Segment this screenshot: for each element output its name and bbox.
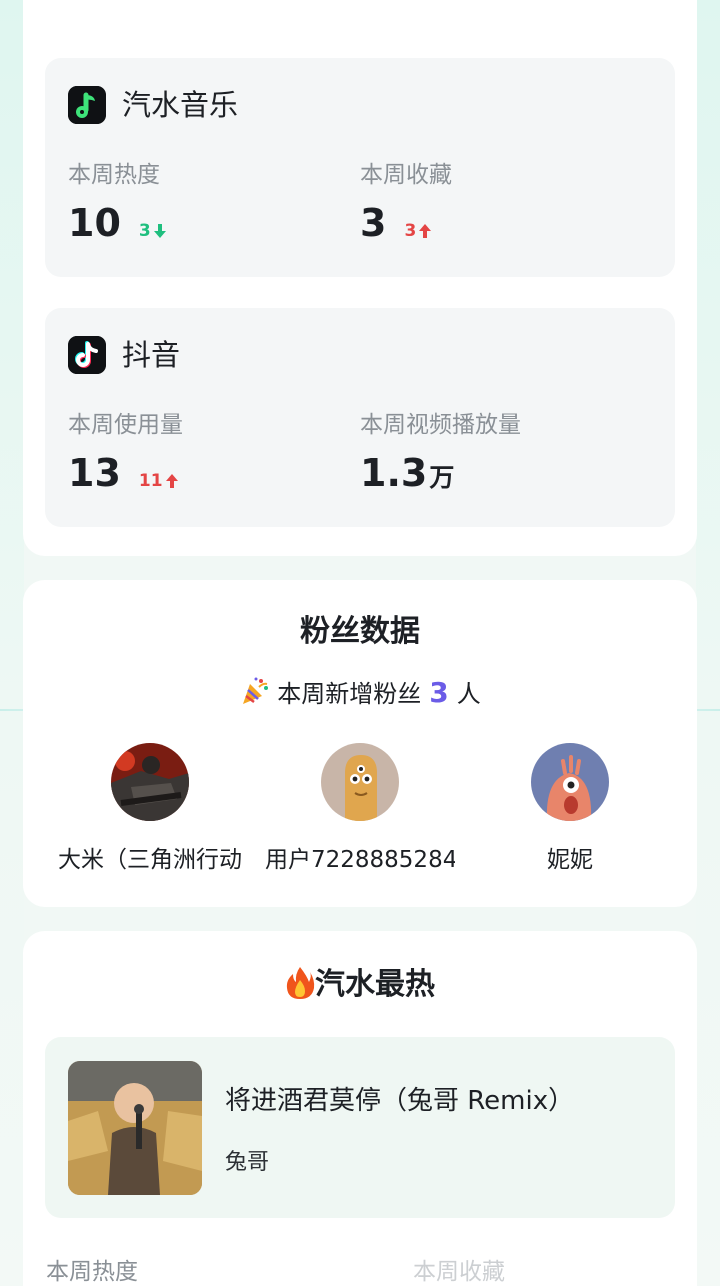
- fan-name: 用户72288852841: [265, 847, 455, 873]
- weekly-heat-delta: 3: [139, 221, 166, 241]
- background-right: [696, 0, 720, 1286]
- qishui-music-icon: [68, 86, 106, 124]
- weekly-heat-value: 10: [68, 201, 121, 245]
- weekly-plays-value: 1.3: [360, 451, 428, 495]
- weekly-stats-card: 汽水音乐 本周热度 10 3 本周收藏 3 3 抖音 本周使用量 13 11 本…: [23, 0, 697, 556]
- weekly-fav-value: 3: [360, 201, 387, 245]
- fans-title: 粉丝数据: [300, 614, 420, 649]
- fan-name: 妮妮: [547, 847, 593, 873]
- flame-icon: [286, 967, 315, 999]
- qishui-app-name: 汽水音乐: [122, 88, 239, 122]
- hot-song-item[interactable]: 将进酒君莫停（兔哥 Remix） 兔哥: [45, 1037, 675, 1218]
- weekly-usage-stat: 本周使用量 13 11: [68, 408, 183, 498]
- hot-heat-label: 本周热度: [46, 1259, 138, 1285]
- avatar: [111, 743, 189, 821]
- song-cover-image: [68, 1061, 202, 1195]
- weekly-fav-label: 本周收藏: [360, 162, 452, 188]
- douyin-stats-panel[interactable]: 抖音 本周使用量 13 11 本周视频播放量 1.3 万: [45, 308, 675, 527]
- party-popper-icon: [243, 677, 269, 704]
- background-left: [0, 0, 24, 1286]
- weekly-usage-delta: 11: [139, 471, 178, 491]
- weekly-heat-delta-value: 3: [138, 221, 151, 241]
- qishui-hottest-card: 汽水最热 将进酒君莫停（兔哥 Remix） 兔哥 本周热度 本周收藏: [23, 931, 697, 1286]
- weekly-heat-label: 本周热度: [68, 162, 160, 188]
- douyin-app-name: 抖音: [122, 338, 181, 372]
- weekly-fav-delta-value: 3: [404, 221, 417, 241]
- douyin-icon: [68, 336, 106, 374]
- new-fans-suffix: 人: [456, 680, 481, 708]
- arrow-down-icon: [153, 224, 166, 238]
- new-fans-count: 3: [429, 676, 449, 709]
- arrow-up-icon: [419, 224, 432, 238]
- hot-fav-label: 本周收藏: [413, 1259, 505, 1285]
- weekly-plays-stat: 本周视频播放量 1.3 万: [360, 408, 521, 498]
- avatar: [531, 743, 609, 821]
- arrow-up-icon: [165, 474, 178, 488]
- song-title: 将进酒君莫停（兔哥 Remix）: [225, 1086, 575, 1116]
- new-fans-summary: 本周新增粉丝 3 人: [23, 673, 697, 714]
- new-fans-prefix: 本周新增粉丝: [277, 680, 422, 708]
- weekly-fav-stat: 本周收藏 3 3: [360, 158, 452, 248]
- fan-item[interactable]: 用户72288852841: [260, 743, 460, 877]
- qishui-stats-panel[interactable]: 汽水音乐 本周热度 10 3 本周收藏 3 3: [45, 58, 675, 277]
- hot-section-title: 汽水最热: [23, 963, 697, 1007]
- weekly-fav-delta: 3: [404, 221, 432, 241]
- fans-data-card: 粉丝数据 本周新增粉丝 3 人 大米（三角洲行动 用户72288852841 妮…: [23, 580, 697, 907]
- weekly-plays-label: 本周视频播放量: [360, 412, 521, 438]
- weekly-heat-stat: 本周热度 10 3: [68, 158, 166, 248]
- fan-item[interactable]: 大米（三角洲行动: [50, 743, 250, 877]
- weekly-usage-value: 13: [68, 451, 121, 495]
- weekly-usage-label: 本周使用量: [68, 412, 183, 438]
- fan-name: 大米（三角洲行动: [58, 847, 242, 873]
- weekly-usage-delta-value: 11: [138, 471, 163, 491]
- weekly-plays-unit: 万: [429, 463, 455, 492]
- song-artist: 兔哥: [225, 1150, 270, 1175]
- avatar: [321, 743, 399, 821]
- hot-title-text: 汽水最热: [315, 967, 435, 1002]
- fan-item[interactable]: 妮妮: [470, 743, 670, 877]
